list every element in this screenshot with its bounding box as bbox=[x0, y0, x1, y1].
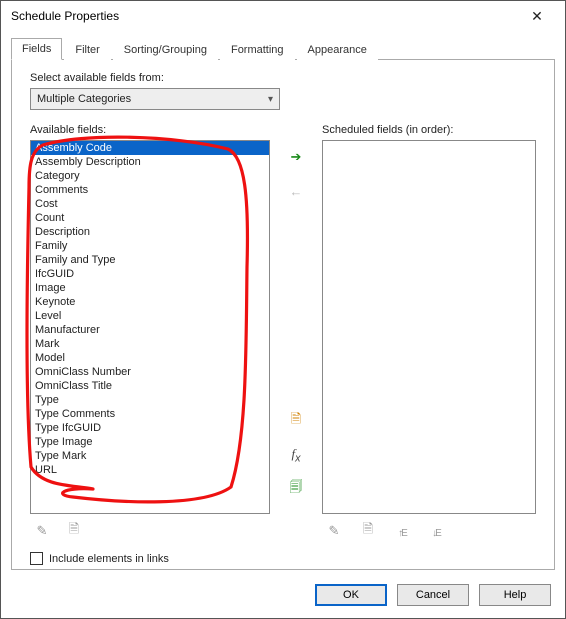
pencil-icon bbox=[329, 523, 340, 539]
remove-field-button[interactable] bbox=[284, 180, 308, 202]
tab-fields[interactable]: Fields bbox=[11, 38, 62, 60]
arrow-left-icon bbox=[290, 184, 303, 199]
list-item[interactable]: IfcGUID bbox=[31, 267, 269, 281]
list-item[interactable]: Family and Type bbox=[31, 253, 269, 267]
ok-button[interactable]: OK bbox=[315, 584, 387, 606]
pencil-icon bbox=[37, 523, 48, 539]
list-item[interactable]: Type Comments bbox=[31, 407, 269, 421]
new-parameter-button[interactable] bbox=[284, 410, 308, 432]
window-title: Schedule Properties bbox=[11, 9, 119, 23]
list-item[interactable]: Type Image bbox=[31, 435, 269, 449]
list-item[interactable]: Family bbox=[31, 239, 269, 253]
list-item[interactable]: Manufacturer bbox=[31, 323, 269, 337]
select-from-label: Select available fields from: bbox=[30, 72, 536, 84]
list-item[interactable]: Category bbox=[31, 169, 269, 183]
move-down-icon bbox=[432, 524, 440, 539]
list-item[interactable]: Model bbox=[31, 351, 269, 365]
scheduled-label: Scheduled fields (in order): bbox=[322, 124, 536, 136]
available-column: Available fields: Assembly CodeAssembly … bbox=[30, 122, 270, 542]
help-label: Help bbox=[504, 589, 527, 601]
fx-icon: fx bbox=[291, 446, 300, 465]
dialog-body: Select available fields from: Multiple C… bbox=[11, 60, 555, 570]
available-label: Available fields: bbox=[30, 124, 270, 136]
available-toolbar bbox=[30, 520, 270, 542]
middle-column: fx bbox=[280, 122, 312, 542]
list-item[interactable]: Comments bbox=[31, 183, 269, 197]
arrow-right-icon bbox=[291, 149, 302, 165]
list-item[interactable]: OmniClass Title bbox=[31, 379, 269, 393]
scheduled-column: Scheduled fields (in order): bbox=[322, 122, 536, 542]
include-links-label: Include elements in links bbox=[49, 553, 169, 565]
close-button[interactable]: ✕ bbox=[517, 2, 557, 30]
list-item[interactable]: Type bbox=[31, 393, 269, 407]
combine-icon bbox=[290, 478, 303, 500]
tab-formatting[interactable]: Formatting bbox=[220, 39, 295, 60]
new-parameter-icon bbox=[291, 410, 301, 432]
move-up-button[interactable] bbox=[390, 520, 414, 542]
dialog-window: Schedule Properties ✕ FieldsFilterSortin… bbox=[0, 0, 566, 619]
ok-label: OK bbox=[343, 589, 359, 601]
list-item[interactable]: Type IfcGUID bbox=[31, 421, 269, 435]
list-item[interactable]: URL bbox=[31, 463, 269, 477]
tab-sorting-grouping[interactable]: Sorting/Grouping bbox=[113, 39, 218, 60]
move-up-icon bbox=[398, 524, 406, 539]
available-fields-list[interactable]: Assembly CodeAssembly DescriptionCategor… bbox=[30, 140, 270, 514]
cancel-label: Cancel bbox=[416, 589, 450, 601]
list-item[interactable]: Count bbox=[31, 211, 269, 225]
tab-appearance[interactable]: Appearance bbox=[297, 39, 378, 60]
edit-scheduled-button[interactable] bbox=[322, 520, 346, 542]
list-item[interactable]: Image bbox=[31, 281, 269, 295]
include-links-row[interactable]: Include elements in links bbox=[30, 552, 536, 565]
close-icon: ✕ bbox=[531, 8, 543, 25]
list-item[interactable]: Cost bbox=[31, 197, 269, 211]
tab-bar: FieldsFilterSorting/GroupingFormattingAp… bbox=[11, 37, 555, 60]
list-item[interactable]: Type Mark bbox=[31, 449, 269, 463]
scheduled-toolbar bbox=[322, 520, 536, 542]
scheduled-fields-list[interactable] bbox=[322, 140, 536, 514]
move-down-button[interactable] bbox=[424, 520, 448, 542]
new-doc-icon bbox=[69, 520, 79, 542]
titlebar: Schedule Properties ✕ bbox=[1, 1, 565, 31]
list-item[interactable]: OmniClass Number bbox=[31, 365, 269, 379]
help-button[interactable]: Help bbox=[479, 584, 551, 606]
calculated-value-button[interactable]: fx bbox=[284, 444, 308, 466]
combine-parameters-button[interactable] bbox=[284, 478, 308, 500]
delete-scheduled-button[interactable] bbox=[356, 520, 380, 542]
cancel-button[interactable]: Cancel bbox=[397, 584, 469, 606]
list-item[interactable]: Assembly Description bbox=[31, 155, 269, 169]
new-field-button[interactable] bbox=[62, 520, 86, 542]
fields-columns: Available fields: Assembly CodeAssembly … bbox=[30, 122, 536, 542]
tab-filter[interactable]: Filter bbox=[64, 39, 110, 60]
chevron-down-icon: ▾ bbox=[268, 94, 273, 105]
list-item[interactable]: Level bbox=[31, 309, 269, 323]
combo-value: Multiple Categories bbox=[37, 93, 131, 105]
include-links-checkbox[interactable] bbox=[30, 552, 43, 565]
list-item[interactable]: Mark bbox=[31, 337, 269, 351]
list-item[interactable]: Keynote bbox=[31, 295, 269, 309]
edit-field-button[interactable] bbox=[30, 520, 54, 542]
list-item[interactable]: Assembly Code bbox=[31, 141, 269, 155]
dialog-footer: OK Cancel Help bbox=[1, 576, 565, 618]
category-combo[interactable]: Multiple Categories ▾ bbox=[30, 88, 280, 110]
new-doc-icon bbox=[363, 520, 373, 542]
list-item[interactable]: Description bbox=[31, 225, 269, 239]
add-field-button[interactable] bbox=[284, 146, 308, 168]
